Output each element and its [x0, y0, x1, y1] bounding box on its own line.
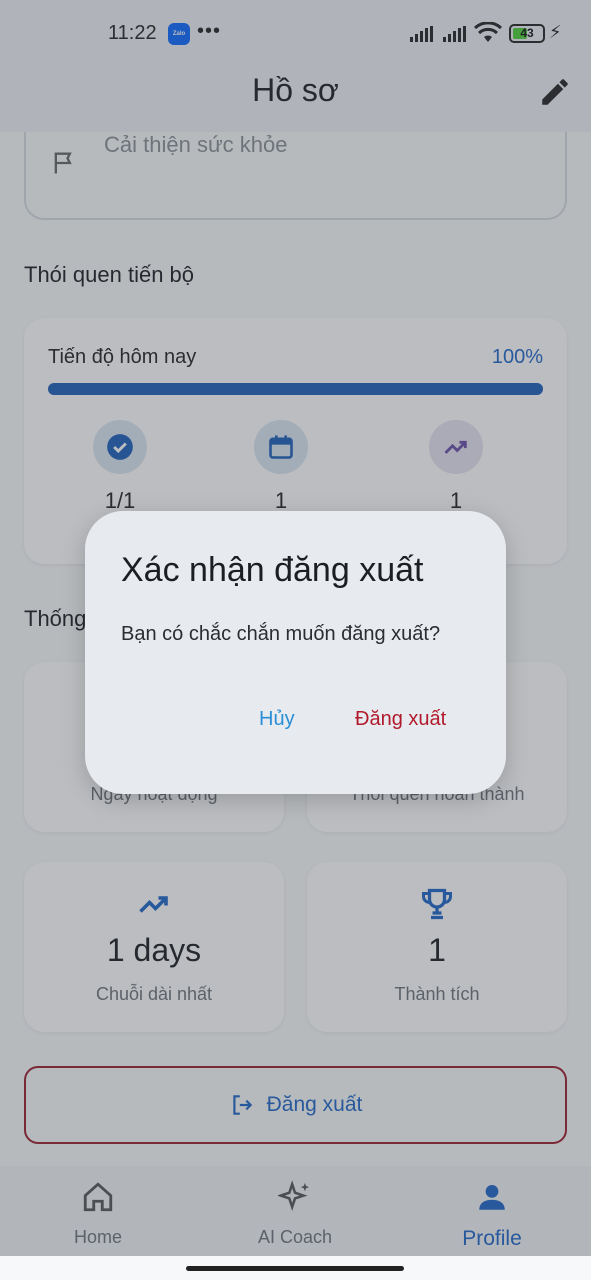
profile-screen: 11:22 Zalo ••• 43 ⚡ Hồ sơ Cải thiện sức … [0, 0, 591, 1256]
dialog-message: Bạn có chắc chắn muốn đăng xuất? [121, 623, 441, 645]
logout-confirm-dialog: Xác nhận đăng xuất Bạn có chắc chắn muốn… [85, 511, 506, 794]
cancel-button[interactable]: Hủy [259, 708, 295, 731]
home-indicator[interactable] [186, 1266, 404, 1271]
dialog-title: Xác nhận đăng xuất [121, 551, 424, 589]
confirm-logout-button[interactable]: Đăng xuất [355, 708, 446, 731]
